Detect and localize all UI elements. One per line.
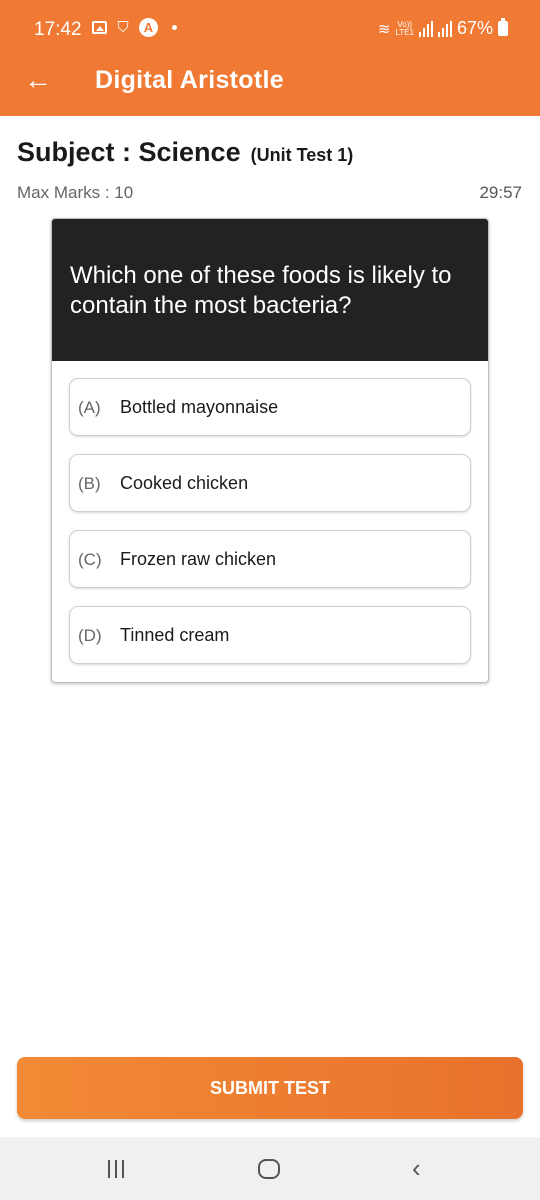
system-icons: ≋ Vo)) LTE1 67% [378,18,508,39]
question-header: Which one of these foods is likely to co… [52,219,488,361]
app-bar: ← Digital Aristotle [0,44,540,116]
network-label: LTE1 [395,27,414,37]
more-notifications-dot-icon [172,25,177,30]
timer: 29:57 [479,183,522,202]
option-letter: (B) [78,474,101,493]
max-marks: Max Marks : 10 [17,183,134,202]
subject-header: Subject : Science (Unit Test 1) [17,137,353,168]
subject-label: Subject : Science [17,137,241,167]
battery-percentage: 67% [456,18,493,38]
app-notification-icon: A [139,18,158,37]
signal-icon [418,20,433,37]
notification-icons: ⛉ A [92,18,177,37]
option-letter: (A) [78,398,101,417]
app-title: Digital Aristotle [95,66,284,94]
status-time: 17:42 [34,19,82,40]
battery-icon [498,18,508,36]
unit-label: (Unit Test 1) [250,145,354,165]
option-text: Cooked chicken [120,473,249,493]
option-d[interactable]: (D) Tinned cream [69,606,471,664]
option-letter: (D) [78,626,102,645]
submit-test-button[interactable]: SUBMIT TEST [17,1057,523,1119]
volte-indicator: Vo)) LTE1 [395,20,414,37]
shield-icon: ⛉ [117,18,129,36]
option-c[interactable]: (C) Frozen raw chicken [69,530,471,588]
option-text: Tinned cream [120,625,230,645]
option-text: Bottled mayonnaise [120,397,279,417]
nav-back-icon[interactable]: ‹ [412,1155,421,1181]
question-text: Which one of these foods is likely to co… [70,262,452,319]
home-icon[interactable] [258,1159,280,1179]
option-a[interactable]: (A) Bottled mayonnaise [69,378,471,436]
option-letter: (C) [78,550,102,569]
back-button[interactable]: ← [20,62,56,98]
signal-icon-2 [437,20,452,37]
system-nav-bar: ‹ [0,1137,540,1200]
arrow-left-icon: ← [24,64,52,95]
wifi-icon: ≋ [377,20,391,38]
question-card: Which one of these foods is likely to co… [51,218,489,683]
option-text: Frozen raw chicken [120,549,277,569]
option-b[interactable]: (B) Cooked chicken [69,454,471,512]
recent-apps-icon[interactable] [108,1160,124,1178]
gallery-icon [92,21,107,34]
status-bar: 17:42 ⛉ A ≋ Vo)) LTE1 67% [0,0,540,44]
